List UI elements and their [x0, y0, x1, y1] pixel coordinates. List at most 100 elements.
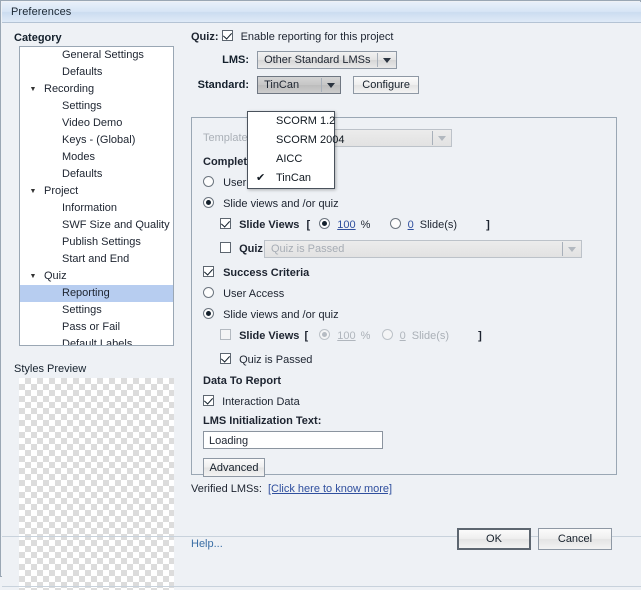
category-tree[interactable]: General Settings Defaults ▼ Recording Settin…: [19, 46, 174, 346]
standard-label: Standard:: [197, 78, 249, 91]
success-percent-unit: %: [360, 330, 371, 342]
sidebar-item-reporting[interactable]: Reporting: [20, 285, 173, 302]
verified-lms-link[interactable]: [Click here to know more]: [268, 483, 392, 495]
success-percent-radio[interactable]: [319, 329, 331, 340]
success-slide-views-checkbox[interactable]: [220, 329, 231, 340]
sidebar-item-defaults[interactable]: Defaults: [20, 166, 173, 183]
sidebar-item-recording[interactable]: ▼ Recording: [20, 81, 173, 98]
completion-percent-value[interactable]: 100: [337, 219, 355, 231]
interaction-data-checkbox[interactable]: [203, 395, 214, 406]
styles-preview-canvas: [19, 378, 174, 590]
sidebar-item-label: Publish Settings: [62, 236, 141, 248]
tree-expander-icon[interactable]: ▼: [28, 183, 38, 200]
sidebar-item-label: Settings: [62, 100, 102, 112]
sidebar-item-general-settings[interactable]: General Settings: [20, 47, 173, 64]
interaction-data-label: Interaction Data: [222, 396, 300, 408]
sidebar-item-label: Defaults: [62, 168, 103, 180]
sidebar-item-video-demo[interactable]: Video Demo: [20, 115, 173, 132]
check-icon: ✔: [256, 172, 266, 184]
completion-slides-radio[interactable]: [389, 218, 401, 229]
completion-slide-views-checkbox[interactable]: [220, 218, 231, 229]
standard-combobox-value: TinCan: [264, 79, 300, 91]
success-user-access-label: User Access: [223, 288, 285, 300]
sidebar-item-label: Keys - (Global): [62, 134, 136, 146]
sidebar-item-default-labels[interactable]: Default Labels: [20, 336, 173, 346]
sidebar-item-label: Video Demo: [62, 117, 123, 129]
footer-bottom-divider: [2, 586, 641, 587]
completion-slides-unit: Slide(s): [419, 219, 458, 231]
success-quiz-passed-checkbox[interactable]: [220, 353, 231, 364]
lms-init-text-value: Loading: [209, 435, 249, 447]
cancel-button[interactable]: Cancel: [538, 528, 612, 550]
bracket-close: ]: [478, 330, 482, 342]
success-slides-value[interactable]: 0: [400, 330, 406, 342]
sidebar-item-swf-size-and-quality[interactable]: SWF Size and Quality: [20, 217, 173, 234]
quiz-enable-row: Quiz: Enable reporting for this project: [191, 30, 393, 45]
sidebar-item-start-and-end[interactable]: Start and End: [20, 251, 173, 268]
bracket-close: ]: [486, 219, 490, 231]
sidebar-item-label: Settings: [62, 304, 102, 316]
menu-item-label: AICC: [276, 153, 303, 165]
completion-quiz-combobox[interactable]: Quiz is Passed: [264, 240, 582, 258]
standard-dropdown-menu[interactable]: SCORM 1.2 SCORM 2004 AICC ✔ TinCan: [247, 111, 344, 189]
ok-button[interactable]: OK: [457, 528, 531, 550]
lms-label: LMS:: [222, 53, 249, 66]
success-user-access-radio[interactable]: [203, 287, 214, 298]
chevron-down-icon[interactable]: [563, 241, 581, 257]
success-criteria-heading: Success Criteria: [223, 267, 310, 279]
chevron-down-icon[interactable]: [322, 77, 340, 93]
completion-quiz-combobox-value: Quiz is Passed: [271, 243, 345, 255]
menu-item-scorm-1-2[interactable]: SCORM 1.2: [248, 112, 335, 131]
chevron-down-icon[interactable]: [433, 130, 451, 146]
standard-combobox[interactable]: TinCan: [257, 76, 342, 94]
completion-user-access-radio[interactable]: [203, 176, 214, 187]
success-slide-or-quiz-label: Slide views and /or quiz: [223, 309, 339, 321]
configure-button[interactable]: Configure: [353, 76, 420, 94]
advanced-button[interactable]: Advanced: [203, 458, 265, 477]
lms-init-text-label: LMS Initialization Text:: [203, 415, 322, 427]
sidebar-item-quiz[interactable]: ▼ Quiz: [20, 268, 173, 285]
data-to-report-heading: Data To Report: [203, 375, 282, 387]
tree-expander-icon[interactable]: ▼: [28, 268, 38, 285]
menu-item-scorm-2004[interactable]: SCORM 2004: [248, 131, 344, 150]
sidebar-item-keys-global[interactable]: Keys - (Global): [20, 132, 173, 149]
menu-item-tincan[interactable]: ✔ TinCan: [248, 169, 334, 188]
sidebar-item-label: Default Labels: [62, 338, 133, 346]
verified-lms-label: Verified LMSs:: [191, 483, 262, 495]
lms-row: LMS: Other Standard LMSs: [191, 51, 611, 71]
completion-quiz-checkbox[interactable]: [220, 242, 231, 253]
lms-combobox[interactable]: Other Standard LMSs: [257, 51, 398, 69]
success-slides-unit: Slide(s): [411, 330, 450, 342]
tree-expander-icon[interactable]: ▼: [28, 81, 38, 98]
lms-combobox-value: Other Standard LMSs: [264, 54, 371, 66]
bracket-open: [: [304, 330, 309, 342]
success-percent-value[interactable]: 100: [337, 330, 355, 342]
sidebar-item-defaults[interactable]: Defaults: [20, 64, 173, 81]
sidebar-item-settings[interactable]: Settings: [20, 98, 173, 115]
success-quiz-passed-label: Quiz is Passed: [239, 354, 313, 366]
menu-item-label: TinCan: [276, 172, 312, 184]
completion-quiz-label: Quiz: [239, 243, 263, 255]
sidebar-item-project[interactable]: ▼ Project: [20, 183, 173, 200]
completion-percent-radio[interactable]: [319, 218, 331, 229]
enable-reporting-checkbox[interactable]: [221, 30, 233, 41]
chevron-down-icon[interactable]: [378, 52, 396, 68]
completion-slides-value[interactable]: 0: [408, 219, 414, 231]
success-slides-radio[interactable]: [381, 329, 393, 340]
sidebar-item-publish-settings[interactable]: Publish Settings: [20, 234, 173, 251]
sidebar-item-modes[interactable]: Modes: [20, 149, 173, 166]
success-criteria-checkbox[interactable]: [203, 266, 214, 277]
preferences-dialog: Preferences Category General Settings Def…: [0, 0, 641, 590]
enable-reporting-label: Enable reporting for this project: [240, 31, 394, 43]
sidebar-item-label: Quiz: [44, 270, 67, 282]
menu-item-aicc[interactable]: AICC: [248, 150, 334, 169]
sidebar-item-information[interactable]: Information: [20, 200, 173, 217]
sidebar-item-settings[interactable]: Settings: [20, 302, 173, 319]
sidebar-item-pass-or-fail[interactable]: Pass or Fail: [20, 319, 173, 336]
completion-slide-or-quiz-radio[interactable]: [203, 197, 214, 208]
lms-init-text-input[interactable]: Loading: [203, 431, 383, 449]
verified-lms-row: Verified LMSs: [Click here to know more]: [191, 483, 392, 495]
success-slide-or-quiz-radio[interactable]: [203, 308, 214, 319]
completion-slide-views-label: Slide Views: [239, 219, 300, 231]
help-link[interactable]: Help...: [191, 538, 223, 550]
